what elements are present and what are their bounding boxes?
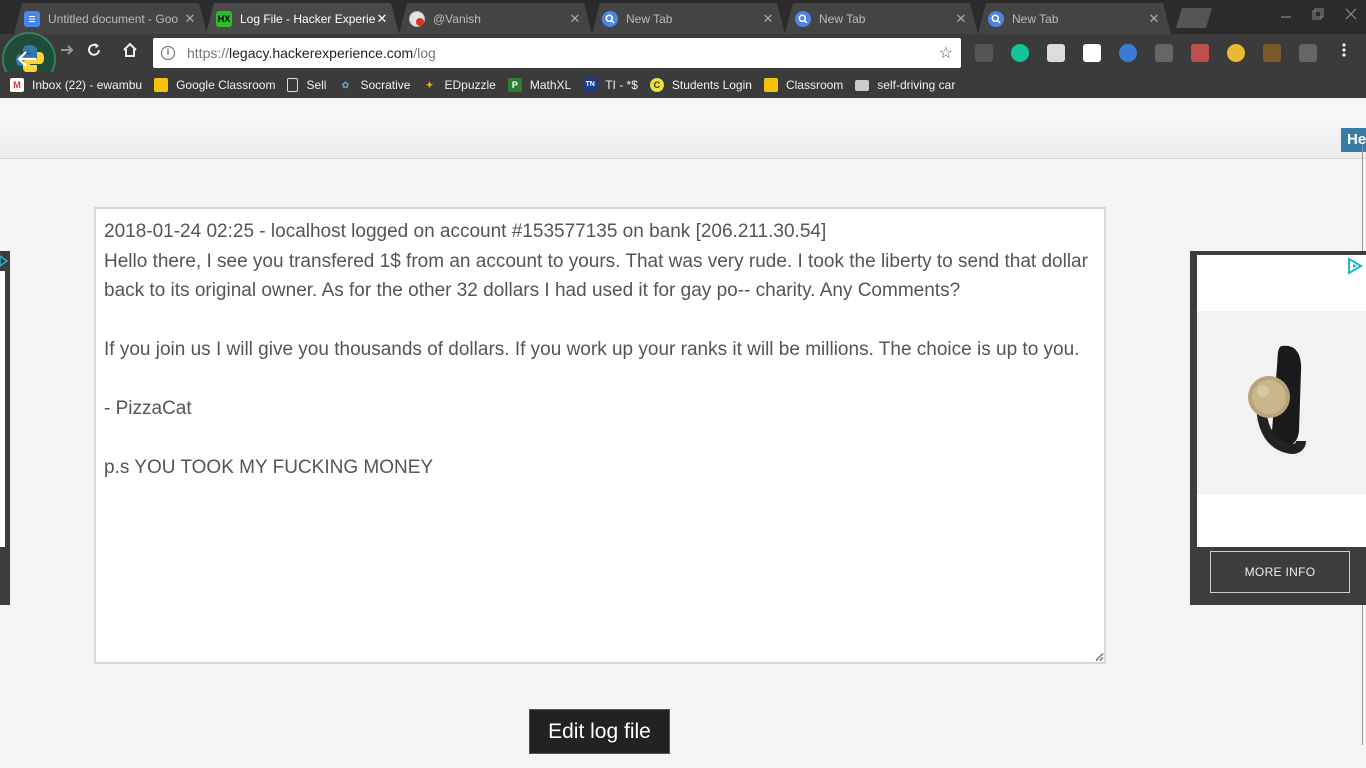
star-extension-icon[interactable] <box>1119 44 1137 62</box>
bookmark-sell[interactable]: Sell <box>287 78 326 92</box>
adchoices-icon[interactable] <box>0 255 9 267</box>
browser-toolbar: i https://legacy.hackerexperience.com/lo… <box>0 34 1366 72</box>
tab-strip: Untitled document - Goo ✕ HX Log File - … <box>0 0 1366 34</box>
log-textarea[interactable]: 2018-01-24 02:25 - localhost logged on a… <box>94 207 1106 664</box>
classroom-icon <box>154 78 169 92</box>
close-icon[interactable]: ✕ <box>183 11 197 27</box>
tab-title: Log File - Hacker Experie <box>240 11 375 26</box>
minimize-icon[interactable] <box>1280 8 1292 23</box>
bookmark-inbox[interactable]: M Inbox (22) - ewambu <box>10 78 142 92</box>
bookmark-label: Google Classroom <box>176 78 276 92</box>
bookmark-ti[interactable]: TN TI - *$ <box>583 78 638 92</box>
url-protocol: https:// <box>187 45 230 61</box>
s-extension-icon[interactable] <box>1047 44 1065 62</box>
bookmark-label: self-driving car <box>877 78 956 92</box>
students-login-icon: C <box>649 78 664 92</box>
reload-icon[interactable] <box>82 41 106 65</box>
bookmark-label: MathXL <box>529 78 572 92</box>
close-icon[interactable]: ✕ <box>761 11 775 27</box>
page-content: He 2018-01-24 02:25 - localhost logged o… <box>0 98 1366 768</box>
resize-handle-icon[interactable] <box>1094 651 1104 661</box>
tab-title: New Tab <box>626 11 673 26</box>
folder-icon <box>855 79 870 91</box>
film-extension-icon[interactable] <box>975 44 993 62</box>
menu-icon[interactable] <box>1332 41 1356 65</box>
box-extension-icon[interactable] <box>1263 44 1281 62</box>
bookmark-label: Students Login <box>671 78 752 92</box>
bookmark-socrative[interactable]: ✿ Socrative <box>338 78 411 92</box>
bookmark-label: EDpuzzle <box>444 78 496 92</box>
more-info-button[interactable]: MORE INFO <box>1210 551 1350 593</box>
tab-new-tab-3[interactable]: New Tab ✕ <box>978 3 1171 34</box>
tab-new-tab-1[interactable]: New Tab ✕ <box>592 3 785 34</box>
edit-log-button[interactable]: Edit log file <box>529 709 670 754</box>
search-icon <box>988 11 1004 27</box>
mathxl-icon: P <box>507 78 522 92</box>
address-bar[interactable]: i https://legacy.hackerexperience.com/lo… <box>153 38 961 68</box>
heart-extension-icon[interactable] <box>1227 44 1245 62</box>
new-tab-button[interactable] <box>1176 8 1212 28</box>
tab-vanish[interactable]: @Vanish ✕ <box>399 3 592 34</box>
close-icon[interactable]: ✕ <box>568 11 582 27</box>
bookmarks-bar: M Inbox (22) - ewambu Google Classroom S… <box>0 72 1366 98</box>
site-info-icon[interactable]: i <box>161 46 175 60</box>
ti-icon: TN <box>583 78 598 92</box>
url-path: /log <box>413 45 436 61</box>
search-icon <box>795 11 811 27</box>
url-host: legacy.hackerexperience.com <box>229 45 414 61</box>
bookmark-label: TI - *$ <box>605 78 638 92</box>
maximize-icon[interactable] <box>1312 8 1324 23</box>
close-icon[interactable]: ✕ <box>1147 11 1161 27</box>
tab-title: Untitled document - Goo <box>48 11 179 26</box>
close-icon[interactable]: ✕ <box>954 11 968 27</box>
left-ad[interactable] <box>0 251 10 605</box>
search-icon <box>602 11 618 27</box>
ad-card[interactable] <box>1197 255 1366 547</box>
bookmark-star-icon[interactable]: ☆ <box>939 43 953 63</box>
bookmark-label: Sell <box>306 78 327 92</box>
adchoices-icon[interactable] <box>1346 257 1364 275</box>
red-extension-icon[interactable] <box>1191 44 1209 62</box>
tab-title: @Vanish <box>433 11 481 26</box>
window-close-icon[interactable] <box>1345 8 1357 23</box>
more-extension-icon[interactable] <box>1155 44 1173 62</box>
classroom-icon <box>763 78 778 92</box>
bookmark-label: Inbox (22) - ewambu <box>32 78 143 92</box>
bookmark-students-login[interactable]: C Students Login <box>649 78 752 92</box>
hx-icon: HX <box>216 11 232 27</box>
docs-icon <box>24 11 40 27</box>
tab-title: New Tab <box>1012 11 1059 26</box>
bookmark-edpuzzle[interactable]: ✦ EDpuzzle <box>422 78 496 92</box>
grammarly-icon[interactable] <box>1011 44 1029 62</box>
page-icon <box>287 78 299 92</box>
home-icon[interactable] <box>118 41 142 65</box>
bookmark-mathxl[interactable]: P MathXL <box>507 78 572 92</box>
tab-log-file[interactable]: HX Log File - Hacker Experie ✕ <box>206 3 399 34</box>
tab-untitled-document[interactable]: Untitled document - Goo ✕ <box>14 3 207 34</box>
gmail-icon: M <box>10 78 24 92</box>
fitness-tracker-image <box>1248 345 1306 455</box>
bookmark-classroom[interactable]: Classroom <box>763 78 844 92</box>
tab-title: New Tab <box>819 11 866 26</box>
vanish-icon <box>409 11 425 27</box>
bookmark-label: Classroom <box>785 78 844 92</box>
bookmark-folder-self-driving-car[interactable]: self-driving car <box>855 78 955 92</box>
rx-extension-icon[interactable] <box>1299 44 1317 62</box>
edpuzzle-icon: ✦ <box>425 80 434 90</box>
close-icon[interactable]: ✕ <box>375 11 389 27</box>
ad-product-image[interactable] <box>1197 311 1366 494</box>
right-ad[interactable]: MORE INFO <box>1190 251 1366 605</box>
site-header: He <box>0 104 1366 159</box>
bookmark-label: Socrative <box>360 78 411 92</box>
back-icon[interactable] <box>16 49 38 69</box>
pocket-extension-icon[interactable] <box>1083 44 1101 62</box>
socrative-icon: ✿ <box>341 80 350 90</box>
bookmark-google-classroom[interactable]: Google Classroom <box>154 78 275 92</box>
left-ad-content <box>0 271 5 547</box>
tab-new-tab-2[interactable]: New Tab ✕ <box>785 3 978 34</box>
forward-icon[interactable] <box>55 41 79 65</box>
